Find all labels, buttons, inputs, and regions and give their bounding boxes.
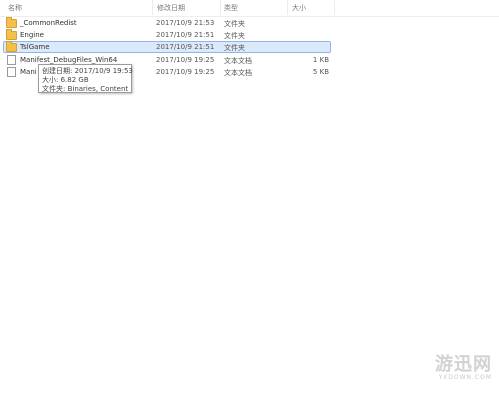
file-date: 2017/10/9 21:51 xyxy=(156,43,215,51)
file-type: 文本文档 xyxy=(224,69,252,77)
watermark-url: YXDOWN.COM xyxy=(438,374,492,381)
file-name: Engine xyxy=(20,31,44,39)
file-row[interactable]: _CommonRedist 2017/10/9 21:53 文件夹 xyxy=(4,17,330,28)
column-header-type[interactable]: 类型 xyxy=(224,3,238,13)
file-name: _CommonRedist xyxy=(20,19,77,27)
file-row[interactable]: Engine 2017/10/9 21:51 文件夹 xyxy=(4,29,330,40)
file-type: 文本文档 xyxy=(224,57,252,65)
file-size: 1 KB xyxy=(312,56,329,64)
file-date: 2017/10/9 21:53 xyxy=(156,19,215,27)
tooltip-folders: 文件夹: Binaries, Content xyxy=(42,85,129,93)
column-divider[interactable] xyxy=(287,0,288,15)
folder-icon xyxy=(6,29,17,40)
column-header-size[interactable]: 大小 xyxy=(292,3,306,13)
file-type: 文件夹 xyxy=(224,20,245,28)
document-icon xyxy=(7,67,16,77)
file-date: 2017/10/9 19:25 xyxy=(156,56,215,64)
column-divider[interactable] xyxy=(334,0,335,15)
file-type: 文件夹 xyxy=(224,32,245,40)
file-type: 文件夹 xyxy=(224,44,245,52)
file-name: Mani xyxy=(20,68,37,76)
watermark-logo: 游迅网 xyxy=(435,354,492,375)
file-size: 5 KB xyxy=(312,68,329,76)
file-date: 2017/10/9 19:25 xyxy=(156,68,215,76)
column-divider[interactable] xyxy=(152,0,153,15)
column-divider[interactable] xyxy=(220,0,221,15)
column-header-name[interactable]: 名称 xyxy=(8,3,22,13)
folder-info-tooltip: 创建日期: 2017/10/9 19:53 大小: 6.82 GB 文件夹: B… xyxy=(38,64,133,93)
column-header: 名称 修改日期 类型 大小 xyxy=(0,0,499,17)
folder-icon xyxy=(6,41,17,52)
document-icon xyxy=(7,55,16,65)
file-date: 2017/10/9 21:51 xyxy=(156,31,215,39)
column-header-date[interactable]: 修改日期 xyxy=(157,3,185,13)
file-name: Manifest_DebugFiles_Win64 xyxy=(20,56,118,64)
site-watermark: 游迅网 YXDOWN.COM xyxy=(400,350,496,386)
file-name: TslGame xyxy=(20,43,50,51)
folder-icon xyxy=(6,17,17,28)
file-row-selected[interactable]: TslGame 2017/10/9 21:51 文件夹 xyxy=(3,41,331,53)
